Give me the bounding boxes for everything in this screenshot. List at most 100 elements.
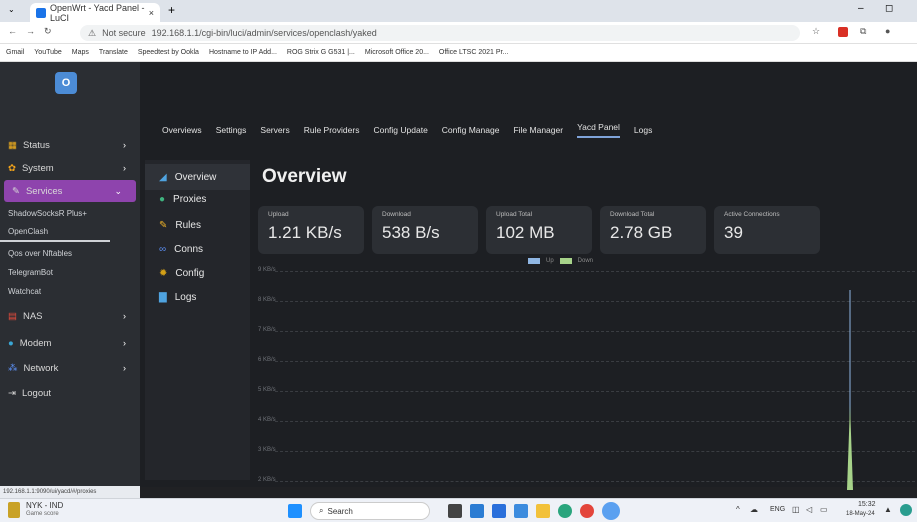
sidebar-item-label: NAS — [22, 310, 43, 322]
tab-logs[interactable]: Logs — [634, 125, 652, 135]
chevron-up-icon[interactable]: ^ — [736, 505, 740, 514]
bookmark-speedtest[interactable]: Speedtest by Ookla — [138, 49, 199, 56]
bookmark-youtube[interactable]: YouTube — [34, 49, 62, 56]
weather-title[interactable]: NYK - IND — [26, 501, 63, 510]
task-view-icon[interactable] — [448, 504, 462, 518]
volume-icon[interactable]: ◁ — [806, 505, 812, 514]
tab-config-update[interactable]: Config Update — [373, 125, 427, 135]
sidebar-sub-openclash[interactable]: OpenClash — [0, 223, 110, 242]
tab-file-manager[interactable]: File Manager — [513, 125, 563, 135]
card-label: Active Connections — [724, 211, 780, 218]
y-tick-label: 6 KB/s — [258, 357, 276, 363]
services-icon: ✎ — [12, 185, 20, 197]
sidebar-item-modem[interactable]: ● Modem › — [0, 332, 140, 354]
yacd-menu-rules[interactable]: ✎ Rules — [145, 212, 250, 238]
address-bar-row: ← → ↻ ⚠ Not secure 192.168.1.1/cgi-bin/l… — [0, 22, 917, 44]
back-icon[interactable]: ← — [8, 26, 17, 36]
yacd-menu-conns[interactable]: ∞ Conns — [145, 236, 250, 262]
yacd-menu-logs[interactable]: ▇ Logs — [145, 284, 250, 310]
bookmark-office-ltsc[interactable]: Office LTSC 2021 Pr... — [439, 49, 508, 56]
openwrt-logo[interactable]: O — [55, 72, 77, 94]
yacd-sidebar: ◢ Overview ● Proxies ✎ Rules ∞ Conns ✹ C… — [145, 160, 250, 480]
stat-card-download: Download 538 B/s — [372, 206, 478, 254]
bookmark-translate[interactable]: Translate — [99, 49, 128, 56]
profile-icon[interactable]: ● — [885, 26, 890, 36]
y-tick-label: 7 KB/s — [258, 327, 276, 333]
omnibox[interactable]: ⚠ Not secure 192.168.1.1/cgi-bin/luci/ad… — [80, 25, 800, 41]
sidebar-sub-qos[interactable]: Qos over Nftables — [0, 244, 140, 263]
sidebar-item-services[interactable]: ✎ Services ⌄ — [4, 180, 136, 202]
close-tab-icon[interactable]: × — [149, 8, 154, 18]
bookmark-hostname[interactable]: Hostname to IP Add... — [209, 49, 277, 56]
bookmark-office[interactable]: Microsoft Office 20... — [365, 49, 429, 56]
clock-time[interactable]: 15:32 — [858, 501, 876, 508]
sidebar-sub-watchcat[interactable]: Watchcat — [0, 282, 140, 301]
app-icon[interactable] — [602, 502, 620, 520]
chrome-icon[interactable] — [580, 504, 594, 518]
file-explorer-icon[interactable] — [536, 504, 550, 518]
sidebar-item-label: System — [21, 162, 54, 174]
store-icon[interactable] — [514, 504, 528, 518]
sidebar-item-nas[interactable]: ▤ NAS › — [0, 305, 140, 327]
taskbar-search[interactable]: ⌕ Search — [310, 502, 430, 520]
card-label: Upload — [268, 211, 289, 218]
stat-card-upload-total: Upload Total 102 MB — [486, 206, 592, 254]
forward-icon[interactable]: → — [26, 26, 35, 36]
card-value: 102 MB — [496, 223, 555, 242]
stat-card-upload: Upload 1.21 KB/s — [258, 206, 364, 254]
yacd-menu-config[interactable]: ✹ Config — [145, 260, 250, 286]
menu-label: Rules — [175, 219, 201, 231]
y-tick-label: 4 KB/s — [258, 417, 276, 423]
menu-label: Proxies — [173, 193, 207, 205]
tab-settings[interactable]: Settings — [216, 125, 247, 135]
url-text[interactable]: 192.168.1.1/cgi-bin/luci/admin/services/… — [152, 28, 377, 38]
chevron-right-icon: › — [123, 140, 126, 150]
weather-icon[interactable] — [8, 502, 20, 518]
sidebar-sub-telegrambot[interactable]: TelegramBot — [0, 263, 140, 282]
card-value: 1.21 KB/s — [268, 223, 342, 242]
sidebar-item-logout[interactable]: ⇥ Logout — [0, 382, 140, 404]
openwrt-favicon — [36, 7, 46, 18]
bookmark-gmail[interactable]: Gmail — [6, 49, 24, 56]
extensions-puzzle-icon[interactable]: ⧉ — [860, 26, 866, 37]
chevron-right-icon: › — [123, 311, 126, 321]
cloud-icon[interactable]: ☁ — [750, 505, 758, 514]
reload-icon[interactable]: ↻ — [44, 26, 52, 37]
edge-icon[interactable] — [558, 504, 572, 518]
bookmark-star-icon[interactable]: ☆ — [812, 26, 820, 37]
menu-label: Conns — [174, 243, 204, 255]
restore-icon[interactable]: ◻ — [885, 3, 893, 14]
tab-overviews[interactable]: Overviews — [162, 125, 202, 135]
sidebar-sub-ssr[interactable]: ShadowSocksR Plus+ — [0, 204, 140, 223]
mail-app-icon[interactable] — [492, 504, 506, 518]
tab-servers[interactable]: Servers — [260, 125, 289, 135]
y-tick-label: 2 KB/s — [258, 477, 276, 483]
widgets-icon[interactable] — [470, 504, 484, 518]
network-tray-icon[interactable]: ◫ — [792, 505, 800, 514]
new-tab-icon[interactable]: + — [168, 3, 175, 17]
copilot-icon[interactable] — [900, 504, 912, 516]
bookmark-maps[interactable]: Maps — [72, 49, 89, 56]
battery-icon[interactable]: ▭ — [820, 505, 828, 514]
tab-yacd-panel[interactable]: Yacd Panel — [577, 122, 620, 138]
globe-icon: ● — [159, 193, 166, 205]
windows-start-icon[interactable] — [288, 504, 302, 518]
language-indicator[interactable]: ENG — [770, 506, 785, 513]
extension-icon[interactable] — [838, 27, 848, 37]
sidebar-item-status[interactable]: ▦ Status › — [0, 134, 140, 156]
legend-down-label: Down — [577, 258, 594, 264]
bookmark-rog[interactable]: ROG Strix G G531 |... — [287, 49, 355, 56]
grid-line — [275, 421, 915, 422]
minimize-icon[interactable]: – — [858, 3, 864, 14]
grid-line — [275, 481, 915, 482]
sidebar-item-system[interactable]: ✿ System › — [0, 157, 140, 179]
browser-tab[interactable]: OpenWrt - Yacd Panel - LuCI × — [30, 3, 160, 23]
warning-icon: ⚠ — [88, 27, 97, 38]
clock-date[interactable]: 18-May-24 — [846, 511, 875, 517]
tab-rule-providers[interactable]: Rule Providers — [304, 125, 360, 135]
tab-list-icon[interactable]: ⌄ — [8, 5, 15, 14]
sidebar-item-network[interactable]: ⁂ Network › — [0, 357, 140, 379]
bell-icon[interactable]: ▲ — [884, 505, 892, 514]
tab-config-manage[interactable]: Config Manage — [442, 125, 500, 135]
yacd-menu-proxies[interactable]: ● Proxies — [145, 186, 250, 212]
